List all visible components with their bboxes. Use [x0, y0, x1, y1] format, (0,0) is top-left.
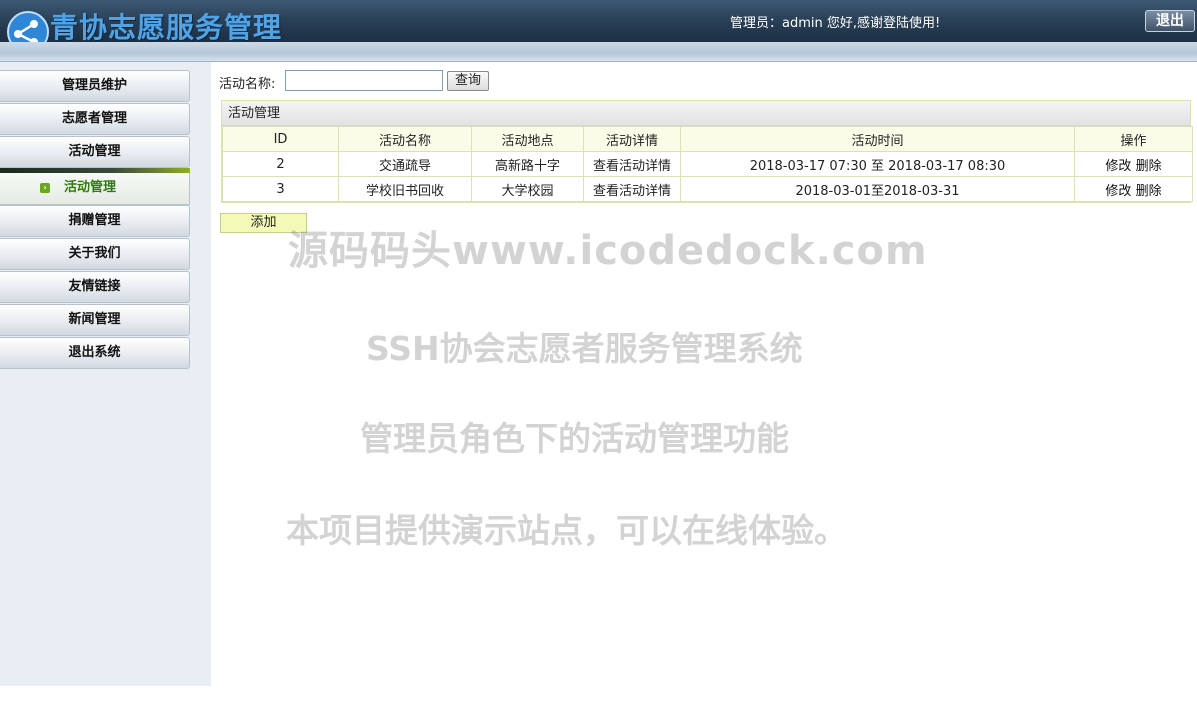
- watermark-text: 本项目提供演示站点，可以在线体验。: [286, 511, 847, 550]
- watermark-text: SSH协会志愿者服务管理系统: [366, 329, 803, 368]
- cell-time: 2018-03-01至2018-03-31: [680, 176, 1075, 202]
- cell-name: 交通疏导: [338, 151, 472, 177]
- cell-location: 大学校园: [471, 176, 584, 202]
- admin-name: admin: [782, 16, 823, 31]
- top-header: 青协志愿服务管理 管理员：admin 您好,感谢登陆使用! 退出: [0, 0, 1197, 53]
- cell-actions: 修改 删除: [1074, 151, 1193, 177]
- cell-time: 2018-03-17 07:30 至 2018-03-17 08:30: [680, 151, 1075, 177]
- sidebar-item-about[interactable]: 关于我们: [0, 238, 190, 270]
- table-caption: 活动管理: [222, 101, 1190, 126]
- col-header-location: 活动地点: [471, 126, 584, 152]
- arrow-right-icon: ›: [40, 183, 50, 193]
- col-header-id: ID: [222, 126, 339, 152]
- view-detail-link[interactable]: 查看活动详情: [583, 176, 681, 202]
- sidebar-item-logout[interactable]: 退出系统: [0, 337, 190, 369]
- sidebar-subitem-activities[interactable]: › 活动管理: [0, 173, 190, 205]
- welcome-message: 管理员：admin 您好,感谢登陆使用!: [730, 12, 940, 31]
- col-header-time: 活动时间: [680, 126, 1075, 152]
- sidebar-item-links[interactable]: 友情链接: [0, 271, 190, 303]
- cell-actions: 修改 删除: [1074, 176, 1193, 202]
- col-header-detail: 活动详情: [583, 126, 681, 152]
- cell-id: 2: [222, 151, 339, 177]
- cell-id: 3: [222, 176, 339, 202]
- edit-link[interactable]: 修改: [1105, 159, 1131, 174]
- welcome-prefix: 管理员：: [730, 16, 783, 31]
- col-header-name: 活动名称: [338, 126, 472, 152]
- activity-table: ID 活动名称 活动地点 活动详情 活动时间 操作 2 交通疏导 高新路十字 查…: [222, 126, 1193, 202]
- sidebar-item-news[interactable]: 新闻管理: [0, 304, 190, 336]
- watermark-text: 源码码头www.icodedock.com: [288, 228, 928, 274]
- table-header-row: ID 活动名称 活动地点 活动详情 活动时间 操作: [222, 126, 1193, 152]
- sidebar-item-admin[interactable]: 管理员维护: [0, 70, 190, 102]
- header-strip: [0, 42, 1197, 62]
- delete-link[interactable]: 删除: [1136, 159, 1162, 174]
- sidebar-item-volunteers[interactable]: 志愿者管理: [0, 103, 190, 135]
- welcome-suffix: 您好,感谢登陆使用!: [822, 16, 941, 31]
- edit-link[interactable]: 修改: [1105, 184, 1131, 199]
- delete-link[interactable]: 删除: [1136, 184, 1162, 199]
- app-title: 青协志愿服务管理: [50, 11, 283, 44]
- logout-button[interactable]: 退出: [1145, 10, 1195, 32]
- cell-location: 高新路十字: [471, 151, 584, 177]
- sidebar-subitem-label: 活动管理: [64, 180, 117, 195]
- activity-table-panel: 活动管理 ID 活动名称 活动地点 活动详情 活动时间 操作 2 交通疏导 高新…: [221, 100, 1193, 203]
- table-row: 2 交通疏导 高新路十字 查看活动详情 2018-03-17 07:30 至 2…: [222, 151, 1193, 177]
- cell-name: 学校旧书回收: [338, 176, 472, 202]
- search-button[interactable]: 查询: [447, 71, 489, 91]
- activity-name-input[interactable]: [285, 70, 443, 91]
- watermark-text: 管理员角色下的活动管理功能: [360, 419, 789, 458]
- view-detail-link[interactable]: 查看活动详情: [583, 151, 681, 177]
- sidebar-item-activities[interactable]: 活动管理: [0, 136, 190, 168]
- col-header-actions: 操作: [1074, 126, 1193, 152]
- search-label: 活动名称:: [219, 77, 276, 92]
- sidebar-item-donations[interactable]: 捐赠管理: [0, 205, 190, 237]
- table-row: 3 学校旧书回收 大学校园 查看活动详情 2018-03-01至2018-03-…: [222, 176, 1193, 202]
